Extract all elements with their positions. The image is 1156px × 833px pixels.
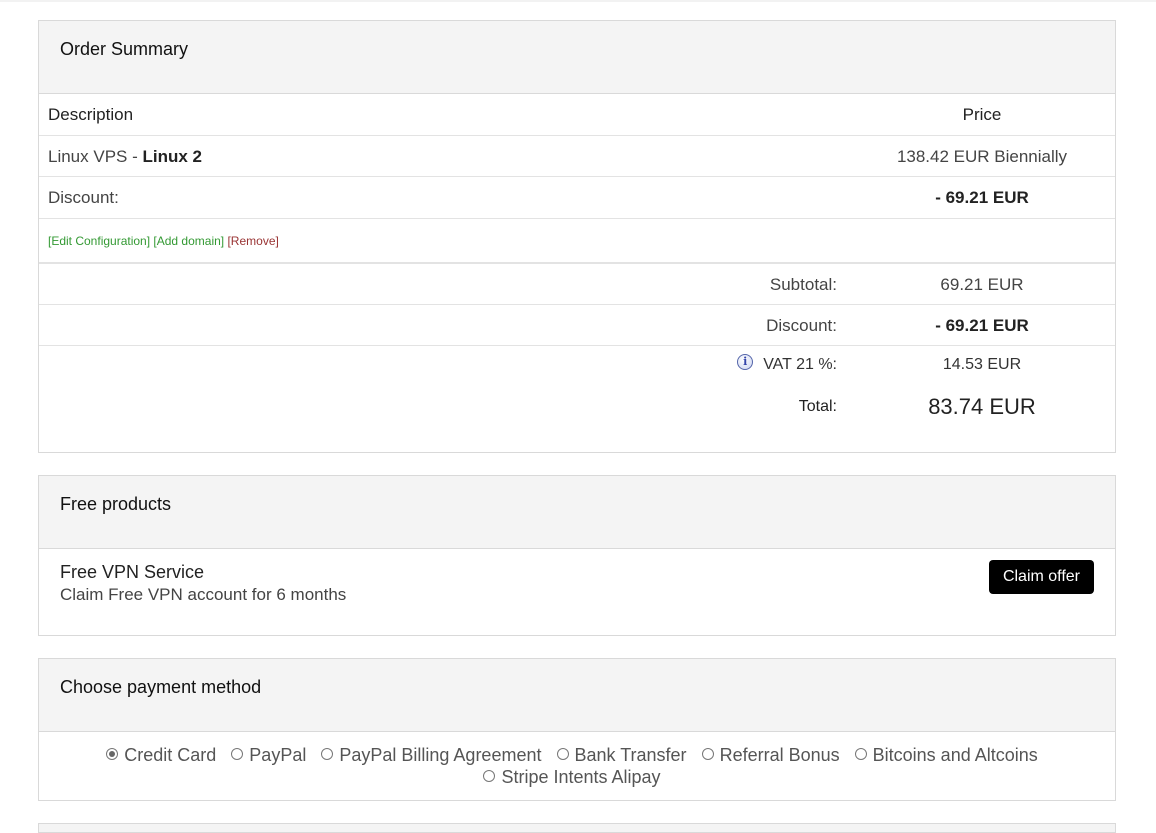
remove-link[interactable]: [Remove] <box>227 234 278 248</box>
order-discount-row: Discount: - 69.21 EUR <box>39 177 1115 219</box>
order-summary-panel: Order Summary Description Price Linux VP… <box>38 20 1116 453</box>
radio-icon[interactable] <box>321 748 334 761</box>
order-item-description: Linux VPS - Linux 2 <box>48 147 202 167</box>
subtotal-row: Subtotal: 69.21 EUR <box>39 264 1115 305</box>
payment-option-referral-bonus[interactable]: Referral Bonus <box>701 744 840 766</box>
order-summary-title: Order Summary <box>39 21 1115 94</box>
claim-offer-button[interactable]: Claim offer <box>988 560 1094 594</box>
radio-icon[interactable] <box>701 748 714 761</box>
discount-label: Discount: <box>48 188 119 207</box>
payment-option-bank-transfer[interactable]: Bank Transfer <box>556 744 687 766</box>
edit-configuration-link[interactable]: [Edit Configuration] <box>48 234 150 248</box>
payment-option-credit-card[interactable]: Credit Card <box>106 744 216 766</box>
order-table-header: Description Price <box>39 94 1115 136</box>
radio-icon[interactable] <box>106 748 119 761</box>
add-domain-link[interactable]: [Add domain] <box>153 234 224 248</box>
vat-total-block: i VAT 21 %: 14.53 EUR Total: 83.74 EUR <box>39 346 1115 451</box>
totals-discount-row: Discount: - 69.21 EUR <box>39 305 1115 346</box>
radio-icon[interactable] <box>556 748 569 761</box>
next-panel-edge <box>38 823 1116 833</box>
payment-options: Credit Card PayPal PayPal Billing Agreem… <box>39 732 1115 798</box>
price-header: Price <box>962 105 1002 124</box>
total-label: Total: <box>798 398 837 415</box>
subtotal-value: 69.21 EUR <box>940 275 1024 294</box>
vat-label-group: i VAT 21 %: <box>737 353 837 374</box>
payment-method-panel: Choose payment method Credit Card PayPal… <box>38 658 1116 801</box>
payment-option-paypal-billing[interactable]: PayPal Billing Agreement <box>321 744 541 766</box>
radio-icon[interactable] <box>483 770 496 783</box>
radio-icon[interactable] <box>854 748 867 761</box>
free-product-name: Free VPN Service <box>60 562 205 582</box>
discount-value: - 69.21 EUR <box>935 188 1029 207</box>
total-value: 83.74 EUR <box>928 394 1036 419</box>
free-product-item: Free VPN Service Claim Free VPN account … <box>39 549 1115 635</box>
order-actions-row: [Edit Configuration] [Add domain] [Remov… <box>39 219 1115 264</box>
totals-discount-value: - 69.21 EUR <box>935 316 1029 335</box>
product-group: Linux VPS - <box>48 147 143 166</box>
free-products-title: Free products <box>39 476 1115 549</box>
product-name: Linux 2 <box>142 147 203 166</box>
payment-option-stripe-alipay[interactable]: Stripe Intents Alipay <box>483 766 661 788</box>
vat-value: 14.53 EUR <box>942 356 1022 373</box>
order-item-price: 138.42 EUR Biennially <box>896 147 1068 166</box>
free-products-panel: Free products Free VPN Service Claim Fre… <box>38 475 1116 636</box>
payment-option-paypal[interactable]: PayPal <box>231 744 306 766</box>
radio-icon[interactable] <box>231 748 244 761</box>
description-header: Description <box>48 105 134 124</box>
payment-option-bitcoins[interactable]: Bitcoins and Altcoins <box>854 744 1038 766</box>
top-divider <box>0 0 1156 2</box>
vat-label: VAT 21 %: <box>763 356 837 373</box>
info-icon[interactable]: i <box>737 353 754 370</box>
subtotal-label: Subtotal: <box>769 275 837 294</box>
payment-method-title: Choose payment method <box>39 659 1115 732</box>
free-product-description: Claim Free VPN account for 6 months <box>60 585 347 604</box>
totals-discount-label: Discount: <box>766 316 837 335</box>
order-item-row: Linux VPS - Linux 2 138.42 EUR Bienniall… <box>39 136 1115 177</box>
